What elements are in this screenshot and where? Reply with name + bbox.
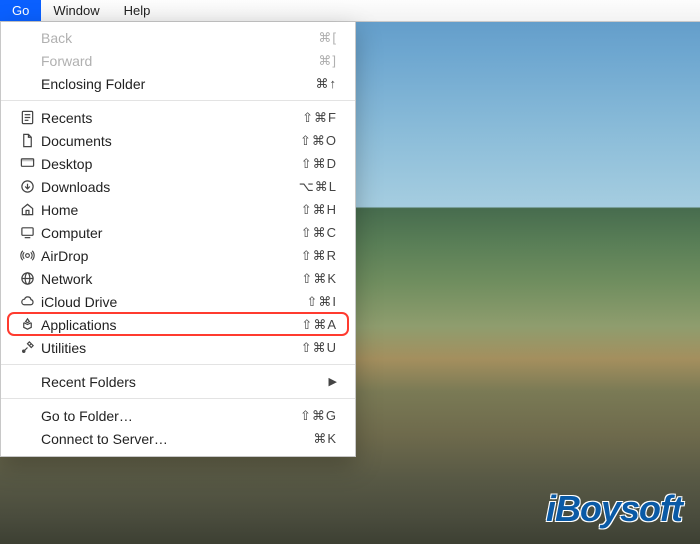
menu-item-go-to-folder[interactable]: Go to Folder… ⇧⌘G xyxy=(1,404,355,427)
menu-shortcut: ⇧⌘O xyxy=(300,133,337,149)
menu-item-recents[interactable]: Recents ⇧⌘F xyxy=(1,106,355,129)
menu-label: Recents xyxy=(37,110,302,126)
menu-label: Documents xyxy=(37,133,300,149)
menu-shortcut: ⌥⌘L xyxy=(299,179,337,195)
menu-shortcut: ⇧⌘K xyxy=(301,271,337,287)
menu-item-airdrop[interactable]: AirDrop ⇧⌘R xyxy=(1,244,355,267)
menu-item-back: Back ⌘[ xyxy=(1,26,355,49)
document-icon xyxy=(17,133,37,148)
menu-item-connect-to-server[interactable]: Connect to Server… ⌘K xyxy=(1,427,355,450)
menu-label: Utilities xyxy=(37,340,301,356)
downloads-icon xyxy=(17,179,37,194)
menu-item-home[interactable]: Home ⇧⌘H xyxy=(1,198,355,221)
menu-item-desktop[interactable]: Desktop ⇧⌘D xyxy=(1,152,355,175)
menu-item-downloads[interactable]: Downloads ⌥⌘L xyxy=(1,175,355,198)
menubar: Go Window Help xyxy=(0,0,700,22)
menu-label: Forward xyxy=(17,53,318,69)
menu-item-utilities[interactable]: Utilities ⇧⌘U xyxy=(1,336,355,359)
menu-shortcut: ⇧⌘C xyxy=(301,225,337,241)
menu-window[interactable]: Window xyxy=(41,0,111,21)
menu-label: Back xyxy=(17,30,318,46)
computer-icon xyxy=(17,225,37,240)
menu-shortcut: ⇧⌘A xyxy=(301,317,337,333)
menu-label: Home xyxy=(37,202,301,218)
cloud-icon xyxy=(17,294,37,309)
menu-separator xyxy=(1,398,355,399)
applications-icon xyxy=(17,317,37,332)
menu-item-network[interactable]: Network ⇧⌘K xyxy=(1,267,355,290)
menu-item-documents[interactable]: Documents ⇧⌘O xyxy=(1,129,355,152)
menu-separator xyxy=(1,364,355,365)
menu-label: Connect to Server… xyxy=(17,431,313,447)
menu-label: Desktop xyxy=(37,156,301,172)
menu-shortcut: ⇧⌘D xyxy=(301,156,337,172)
menu-separator xyxy=(1,100,355,101)
menu-label: AirDrop xyxy=(37,248,301,264)
menu-shortcut: ⇧⌘F xyxy=(302,110,337,126)
menu-item-enclosing-folder[interactable]: Enclosing Folder ⌘↑ xyxy=(1,72,355,95)
clock-doc-icon xyxy=(17,110,37,125)
desktop-icon xyxy=(17,156,37,171)
menu-label: Downloads xyxy=(37,179,299,195)
menu-label: Go to Folder… xyxy=(17,408,300,424)
watermark-logo: iBoysoft xyxy=(546,488,682,530)
menu-item-forward: Forward ⌘] xyxy=(1,49,355,72)
menu-label: Network xyxy=(37,271,301,287)
submenu-arrow-icon: ▶ xyxy=(329,375,337,388)
menu-help[interactable]: Help xyxy=(112,0,163,21)
home-icon xyxy=(17,202,37,217)
menu-item-computer[interactable]: Computer ⇧⌘C xyxy=(1,221,355,244)
menu-shortcut: ⌘[ xyxy=(318,30,337,46)
menu-shortcut: ⌘] xyxy=(318,53,337,69)
menu-label: Enclosing Folder xyxy=(17,76,316,92)
menu-item-recent-folders[interactable]: Recent Folders ▶ xyxy=(1,370,355,393)
menu-shortcut: ⇧⌘R xyxy=(301,248,337,264)
menu-item-applications[interactable]: Applications ⇧⌘A xyxy=(1,313,355,336)
menu-shortcut: ⇧⌘G xyxy=(300,408,337,424)
menu-label: iCloud Drive xyxy=(37,294,306,310)
menu-label: Computer xyxy=(37,225,301,241)
menu-label: Recent Folders xyxy=(17,374,329,390)
menu-shortcut: ⌘↑ xyxy=(316,76,338,92)
menu-shortcut: ⇧⌘U xyxy=(301,340,337,356)
menu-shortcut: ⇧⌘I xyxy=(306,294,337,310)
utilities-icon xyxy=(17,340,37,355)
menu-go[interactable]: Go xyxy=(0,0,41,21)
menu-item-icloud-drive[interactable]: iCloud Drive ⇧⌘I xyxy=(1,290,355,313)
airdrop-icon xyxy=(17,248,37,263)
go-menu-dropdown: Back ⌘[ Forward ⌘] Enclosing Folder ⌘↑ R… xyxy=(0,22,356,457)
menu-label: Applications xyxy=(37,317,301,333)
network-icon xyxy=(17,271,37,286)
menu-shortcut: ⇧⌘H xyxy=(301,202,337,218)
menu-shortcut: ⌘K xyxy=(313,431,337,447)
